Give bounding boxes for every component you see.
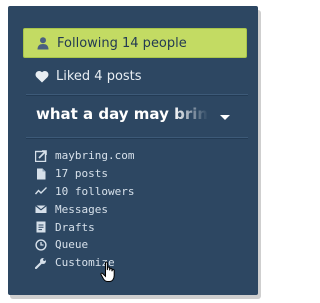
draft-icon bbox=[36, 221, 46, 233]
activity-icon bbox=[35, 187, 47, 195]
menu-item-customize[interactable]: Customize bbox=[35, 254, 134, 272]
following-label: Following 14 people bbox=[57, 35, 187, 51]
menu-item-blog-url[interactable]: maybring.com bbox=[35, 147, 134, 165]
blog-menu: maybring.com 17 posts 10 followers Messa… bbox=[35, 147, 134, 272]
hand-cursor-icon bbox=[100, 261, 115, 282]
menu-item-label: Drafts bbox=[55, 220, 95, 234]
document-icon bbox=[37, 168, 46, 180]
following-button[interactable]: Following 14 people bbox=[23, 28, 247, 58]
menu-item-label: Messages bbox=[55, 202, 108, 216]
heart-icon bbox=[35, 70, 49, 83]
dashboard-sidebar-panel: Following 14 people Liked 4 posts what a… bbox=[8, 6, 258, 295]
menu-item-label: 17 posts bbox=[55, 167, 108, 181]
menu-item-queue[interactable]: Queue bbox=[35, 236, 134, 254]
menu-item-label: maybring.com bbox=[55, 149, 135, 163]
liked-label: Liked 4 posts bbox=[56, 69, 142, 84]
menu-item-posts[interactable]: 17 posts bbox=[35, 165, 134, 183]
clock-icon bbox=[35, 239, 47, 251]
menu-item-drafts[interactable]: Drafts bbox=[35, 218, 134, 236]
menu-item-label: 10 followers bbox=[55, 184, 135, 198]
person-icon bbox=[37, 37, 49, 50]
envelope-icon bbox=[35, 205, 47, 214]
blog-title[interactable]: what a day may bring bbox=[36, 105, 208, 123]
menu-item-followers[interactable]: 10 followers bbox=[35, 183, 134, 201]
liked-posts-link[interactable]: Liked 4 posts bbox=[35, 69, 142, 84]
divider bbox=[26, 94, 248, 96]
menu-item-messages[interactable]: Messages bbox=[35, 200, 134, 218]
divider bbox=[26, 137, 248, 139]
wrench-icon bbox=[35, 257, 46, 269]
external-link-icon bbox=[35, 150, 47, 162]
menu-item-label: Queue bbox=[55, 238, 89, 252]
chevron-down-icon[interactable] bbox=[220, 115, 230, 120]
